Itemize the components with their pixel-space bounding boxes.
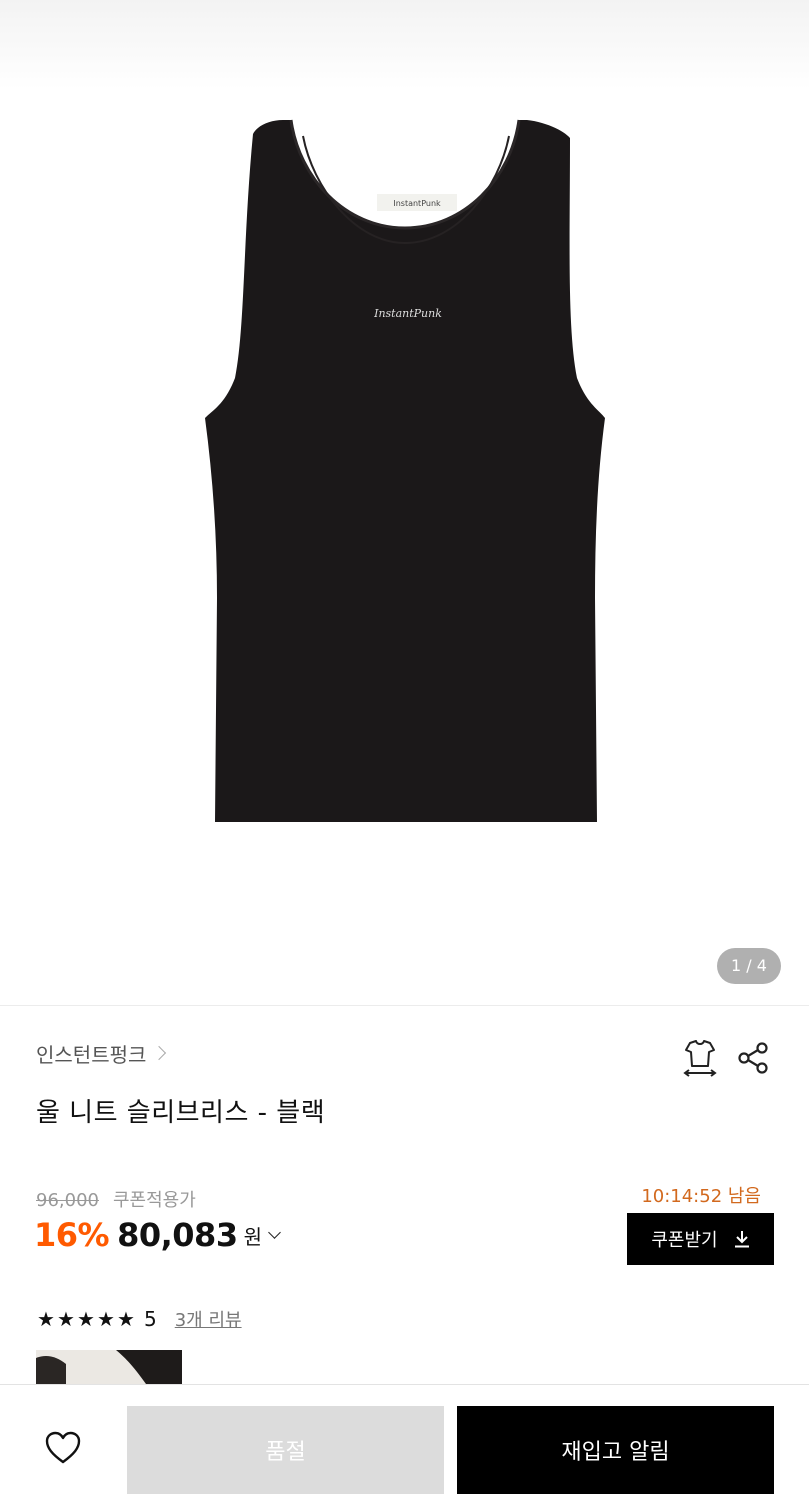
brand-link[interactable]: 인스턴트펑크 [36, 1040, 167, 1067]
restock-notify-button[interactable]: 재입고 알림 [457, 1406, 774, 1494]
original-price-row: 96,000 쿠폰적용가 [36, 1186, 196, 1212]
review-photo-thumbnail[interactable] [36, 1350, 182, 1384]
discount-rate: 16% [34, 1216, 110, 1254]
star-icon: ★ [97, 1307, 115, 1331]
original-price: 96,000 [36, 1190, 99, 1211]
coupon-price-label: 쿠폰적용가 [112, 1190, 196, 1211]
price-row[interactable]: 16% 80,083 원 [34, 1216, 281, 1254]
coupon-countdown: 10:14:52 남음 [641, 1186, 761, 1207]
star-icon: ★ [117, 1307, 135, 1331]
product-image[interactable]: InstantPunk InstantPunk [195, 118, 615, 824]
coupon-download-button[interactable]: 쿠폰받기 [627, 1213, 774, 1265]
soldout-button[interactable]: 품절 [127, 1406, 444, 1494]
product-title: 울 니트 슬리브리스 - 블랙 [36, 1098, 326, 1128]
sale-price: 80,083 [117, 1216, 238, 1254]
share-icon[interactable] [735, 1040, 771, 1076]
currency-label: 원 [243, 1224, 262, 1249]
product-embroidery-label: InstantPunk [373, 307, 442, 320]
star-icon: ★ [77, 1307, 95, 1331]
product-tag-label: InstantPunk [393, 199, 441, 208]
brand-name: 인스턴트펑크 [36, 1042, 147, 1067]
coupon-button-label: 쿠폰받기 [651, 1230, 718, 1251]
review-count-link[interactable]: 3개 리뷰 [175, 1306, 242, 1332]
rating-row: ★ ★ ★ ★ ★ 5 3개 리뷰 [36, 1306, 242, 1332]
rating-value: 5 [144, 1307, 157, 1331]
product-image-gallery[interactable]: InstantPunk InstantPunk 1 / 4 [0, 0, 809, 1005]
download-icon [734, 1231, 749, 1248]
chevron-right-icon [152, 1045, 167, 1061]
star-icon: ★ [37, 1307, 55, 1331]
gallery-page-indicator: 1 / 4 [717, 948, 781, 984]
chevron-down-icon[interactable] [268, 1225, 281, 1239]
heart-icon[interactable] [44, 1430, 82, 1466]
fit-guide-icon[interactable] [680, 1038, 720, 1078]
star-icon: ★ [57, 1307, 75, 1331]
divider [0, 1005, 809, 1006]
